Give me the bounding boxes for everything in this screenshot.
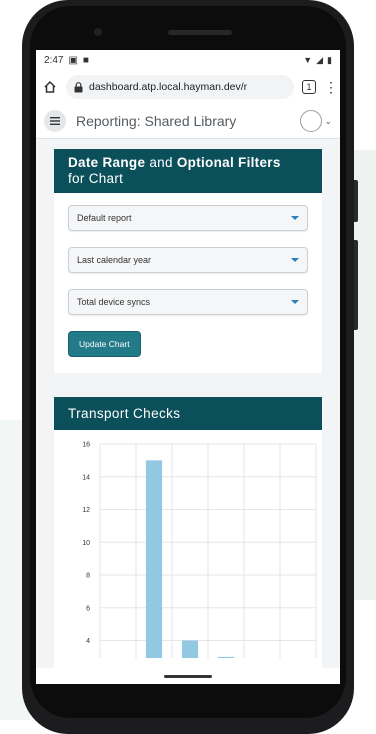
y-tick-label: 12 [82,507,90,514]
front-camera [94,28,102,36]
phone-screen: 2:47 ▣ ■ ▼ ◢ ▮ dashboard.atp.local.hayma… [36,50,340,684]
y-tick-label: 14 [82,474,90,481]
status-time: 2:47 [44,54,64,66]
sim-icon: ■ [82,54,89,66]
y-tick-label: 8 [86,573,90,580]
heading-optional-filters: Optional Filters [176,155,281,170]
date-range-select[interactable]: Last calendar year [68,247,308,273]
notification-icon: ▣ [68,54,78,66]
caret-down-icon [291,258,299,262]
y-tick-label: 6 [86,605,90,612]
chevron-down-icon[interactable]: ⌄ [324,116,332,127]
status-bar: 2:47 ▣ ■ ▼ ◢ ▮ [36,50,340,70]
chart-bar [181,640,199,684]
address-bar[interactable]: dashboard.atp.local.hayman.dev/r [66,75,294,99]
report-select[interactable]: Default report [68,205,308,231]
home-gesture-pill[interactable] [164,674,212,678]
gesture-bar [36,668,340,684]
metric-select[interactable]: Total device syncs [68,289,308,315]
caret-down-icon [291,300,299,304]
chart-bar [145,460,163,684]
hamburger-icon [50,117,60,125]
y-tick-label: 4 [86,638,90,645]
heading-for-chart: for Chart [68,171,124,186]
chart-title: Transport Checks [54,397,322,430]
heading-date-range: Date Range [68,155,146,170]
wifi-icon: ▼ [303,55,313,65]
home-icon[interactable] [42,79,58,95]
report-select-value: Default report [77,213,132,223]
menu-button[interactable] [44,110,66,132]
avatar[interactable] [300,110,323,132]
power-button [354,180,358,222]
date-range-select-value: Last calendar year [77,255,152,265]
app-header: Reporting: Shared Library ⌄ [36,104,340,139]
earpiece-speaker [168,30,232,35]
y-tick-label: 10 [82,540,90,547]
caret-down-icon [291,216,299,220]
volume-button [354,240,358,330]
update-chart-button[interactable]: Update Chart [68,331,141,357]
page-title: Reporting: Shared Library [76,113,237,129]
lock-icon [74,81,83,92]
tab-switcher-button[interactable]: 1 [302,80,316,94]
browser-toolbar: dashboard.atp.local.hayman.dev/r 1 ⋮ [36,70,340,104]
metric-select-value: Total device syncs [77,297,151,307]
signal-icon: ◢ [316,54,324,65]
chart-panel: Transport Checks 246810121416 [54,397,322,684]
filters-panel: Date Range and Optional Filters for Char… [54,149,322,373]
url-text: dashboard.atp.local.hayman.dev/r [89,81,248,93]
filters-heading: Date Range and Optional Filters for Char… [54,149,322,193]
y-tick-label: 16 [82,442,90,449]
chart-bar [217,656,235,684]
bar-chart: 246810121416 [82,442,317,684]
browser-menu-icon[interactable]: ⋮ [324,80,338,94]
heading-and: and [149,155,173,170]
battery-icon: ▮ [327,54,332,65]
